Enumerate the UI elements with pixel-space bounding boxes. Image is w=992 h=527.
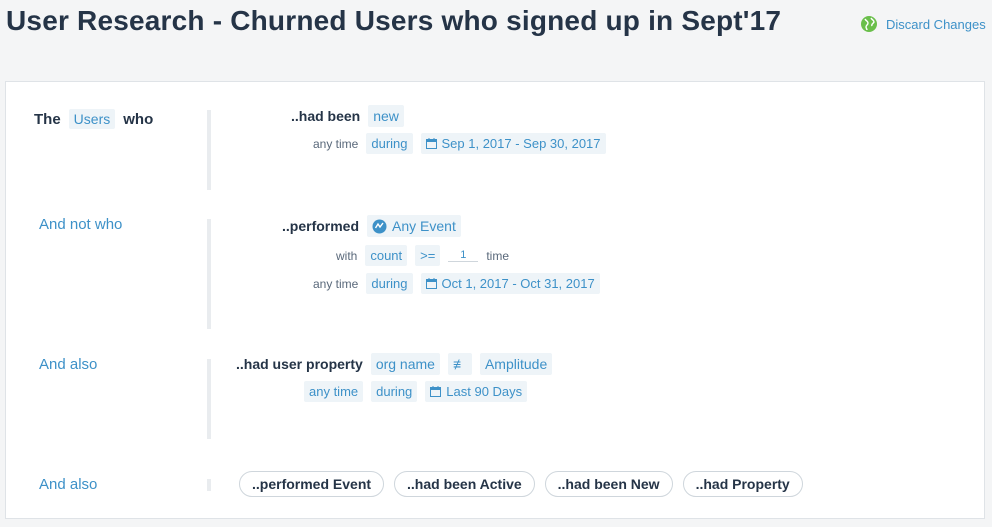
segment-builder-card: The Users who ..had been new any time du… [5,81,985,519]
had-user-property-label: ..had user property [236,356,363,372]
operator-selector[interactable]: >= [415,245,441,266]
date-range-label: Oct 1, 2017 - Oct 31, 2017 [441,276,595,291]
during-selector[interactable]: during [366,133,413,154]
count-selector[interactable]: count [365,245,408,266]
the-label: The [34,110,61,128]
who-label: who [123,110,154,128]
count-value-input[interactable] [448,249,479,262]
segment-divider [207,219,211,329]
and-also-toggle[interactable]: And also [39,356,97,373]
globe-icon [861,16,877,32]
date-range-picker[interactable]: Sep 1, 2017 - Sep 30, 2017 [420,133,606,154]
during-selector[interactable]: during [371,381,418,402]
performed-label: ..performed [282,218,360,234]
operator-selector[interactable]: ≢ [447,353,472,375]
segment-divider [207,479,211,491]
property-selector[interactable]: org name [370,353,440,375]
had-been-value-selector[interactable]: new [368,105,404,127]
and-also-toggle[interactable]: And also [39,476,97,493]
calendar-icon [430,386,442,397]
calendar-icon [425,278,437,289]
add-had-property-button[interactable]: ..had Property [682,471,803,497]
page-title: User Research - Churned Users who signed… [6,5,782,36]
property-value-selector[interactable]: Amplitude [479,353,553,375]
date-range-picker[interactable]: Oct 1, 2017 - Oct 31, 2017 [420,273,600,294]
with-label: with [336,248,358,263]
segment-divider [207,110,211,190]
any-time-selector[interactable]: any time [304,381,364,402]
during-selector[interactable]: during [366,273,413,294]
date-range-label: Sep 1, 2017 - Sep 30, 2017 [441,136,601,151]
users-selector[interactable]: Users [68,109,116,129]
date-range-picker[interactable]: Last 90 Days [425,381,528,402]
segment-divider [207,359,211,439]
date-range-label: Last 90 Days [446,384,523,399]
had-been-label: ..had been [291,108,361,124]
time-label: time [486,248,510,263]
event-selector[interactable]: Any Event [367,215,461,237]
add-performed-event-button[interactable]: ..performed Event [239,471,385,497]
any-time-label: any time [313,276,359,291]
and-not-who-toggle[interactable]: And not who [39,216,122,233]
add-had-been-new-button[interactable]: ..had been New [544,471,673,497]
any-event-icon [372,219,387,233]
calendar-icon [425,138,437,149]
discard-changes-button[interactable]: Discard Changes [860,15,986,33]
event-label: Any Event [392,218,456,234]
add-had-been-active-button[interactable]: ..had been Active [394,471,535,497]
discard-changes-label: Discard Changes [886,16,986,32]
any-time-label: any time [313,136,359,151]
